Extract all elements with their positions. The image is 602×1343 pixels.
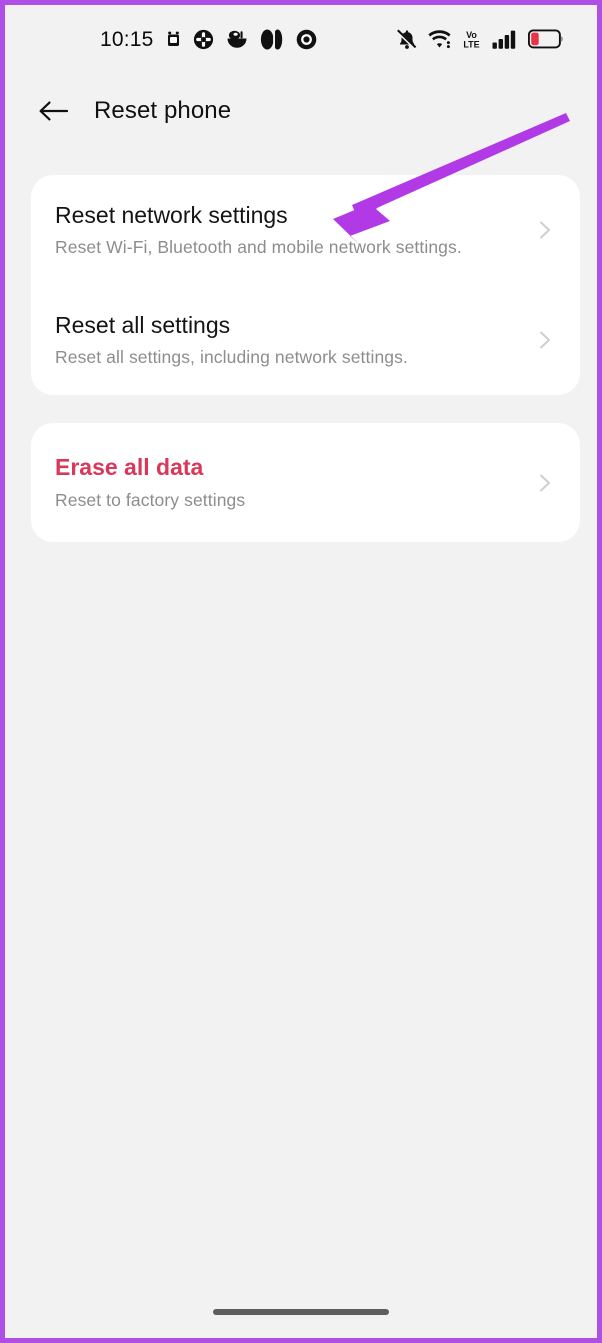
status-clock: 10:15 xyxy=(100,27,154,51)
page-title: Reset phone xyxy=(94,97,232,124)
list-item-title: Erase all data xyxy=(55,454,204,481)
wifi-icon xyxy=(428,30,451,49)
status-bar-right: Vo LTE xyxy=(395,28,564,50)
list-item-erase-all-data[interactable]: Erase all data Reset to factory settings xyxy=(31,423,580,542)
battery-low-icon xyxy=(528,29,563,49)
chevron-right-icon xyxy=(540,221,550,239)
ring-camera-icon xyxy=(296,29,316,49)
status-bar: 10:15 Vo LTE xyxy=(5,22,597,56)
home-gesture-bar[interactable] xyxy=(213,1309,389,1315)
game-controller-icon xyxy=(193,29,213,49)
row-texts: Reset all settings Reset all settings, i… xyxy=(55,312,408,368)
alarm-clock-icon xyxy=(167,31,179,46)
row-texts: Erase all data Reset to factory settings xyxy=(55,454,245,510)
list-item-reset-all-settings[interactable]: Reset all settings Reset all settings, i… xyxy=(31,285,580,395)
list-item-subtitle: Reset Wi-Fi, Bluetooth and mobile networ… xyxy=(55,237,462,258)
notification-icons xyxy=(166,29,317,50)
erase-data-card: Erase all data Reset to factory settings xyxy=(31,423,580,542)
back-button[interactable] xyxy=(30,88,76,134)
food-bowl-icon xyxy=(227,30,247,48)
back-arrow-icon xyxy=(39,101,68,121)
list-item-subtitle: Reset to factory settings xyxy=(55,489,246,510)
list-item-title: Reset network settings xyxy=(55,201,288,228)
phone-screen: 10:15 Vo LTE Reset phone Reset network s… xyxy=(5,5,597,1338)
reset-options-card: Reset network settings Reset Wi-Fi, Blue… xyxy=(31,175,580,395)
signal-bars-icon xyxy=(492,30,516,49)
volte-icon: Vo LTE xyxy=(463,30,479,50)
list-item-title: Reset all settings xyxy=(55,311,231,338)
svg-text:Vo: Vo xyxy=(466,30,477,40)
dual-oval-app-icon xyxy=(260,29,282,49)
svg-text:LTE: LTE xyxy=(463,40,479,50)
list-item-subtitle: Reset all settings, including network se… xyxy=(55,347,408,368)
status-bar-left: 10:15 xyxy=(100,29,317,50)
bell-off-icon xyxy=(396,29,417,50)
chevron-right-icon xyxy=(540,331,550,349)
chevron-right-icon xyxy=(540,474,550,491)
list-item-reset-network-settings[interactable]: Reset network settings Reset Wi-Fi, Blue… xyxy=(31,175,580,285)
app-header: Reset phone xyxy=(5,83,597,139)
row-texts: Reset network settings Reset Wi-Fi, Blue… xyxy=(55,202,462,258)
